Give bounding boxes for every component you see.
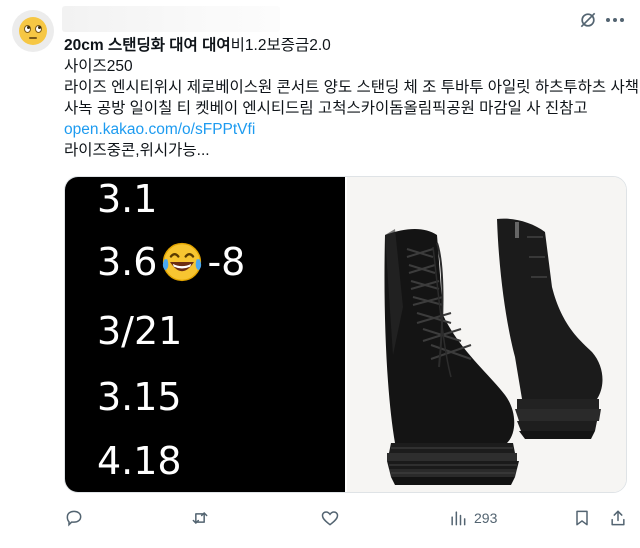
- post-text: 20cm 스탠딩화 대여 대여비1.2보증금2.0 사이즈250 라이즈 엔시티…: [64, 35, 639, 161]
- date-text: 3/21: [97, 309, 183, 353]
- date-text: 3.1: [97, 177, 158, 221]
- date-text: 3.15: [97, 375, 182, 419]
- reply-icon: [66, 510, 82, 527]
- post-title-bold: 20cm 스탠딩화 대여 대여: [64, 37, 231, 54]
- grok-icon[interactable]: [578, 10, 598, 30]
- bar-chart-icon: [451, 511, 466, 526]
- bookmark-icon: [576, 510, 588, 526]
- rolling-eyes-emoji-icon: [19, 17, 47, 45]
- views-count: 293: [474, 510, 498, 526]
- reply-button[interactable]: [64, 507, 84, 529]
- date-list-image[interactable]: 3.1 3.6 -8 3/21 3.15 4.18: [65, 177, 345, 492]
- more-options-icon[interactable]: [606, 12, 628, 28]
- avatar[interactable]: [12, 10, 54, 52]
- post-line-2: 사이즈250: [64, 58, 133, 75]
- date-text: 3.6: [97, 240, 158, 284]
- post-line-3: 라이즈 엔시티위시 제로베이스원 콘서트 양도 스탠딩 체 조 투바투 아일릿 …: [64, 79, 639, 96]
- date-text: -8: [207, 240, 246, 284]
- date-text: 4.18: [97, 439, 182, 483]
- bookmark-button[interactable]: [572, 507, 592, 529]
- post-line-6: 라이즈중콘,위시가능...: [64, 142, 210, 159]
- repost-button[interactable]: [190, 507, 210, 529]
- post-actions: 293: [64, 505, 630, 531]
- post-line-1: 20cm 스탠딩화 대여 대여비1.2보증금2.0: [64, 35, 630, 56]
- post-line-4: 사녹 공방 일이칠 티 켓베이 엔시티드림 고척스카이돔올림픽공원 마감일 사 …: [64, 100, 588, 117]
- post-title-rest: 비1.2보증금2.0: [230, 37, 331, 54]
- laughing-tears-emoji-icon: [163, 242, 202, 282]
- views-button[interactable]: 293: [448, 507, 497, 529]
- heart-icon: [321, 511, 339, 526]
- platform-boots-illustration: [384, 218, 603, 485]
- kakao-link[interactable]: open.kakao.com/o/sFPPtVfi: [64, 119, 630, 140]
- platform-boots-image[interactable]: [345, 177, 626, 492]
- date-range-text: 3.6 -8: [97, 239, 245, 285]
- media-grid: 3.1 3.6 -8 3/21 3.15 4.18: [64, 176, 627, 493]
- blurred-author-name: [62, 6, 280, 32]
- share-icon: [611, 510, 625, 526]
- repost-icon: [192, 512, 208, 524]
- share-button[interactable]: [608, 507, 628, 529]
- like-button[interactable]: [320, 507, 340, 529]
